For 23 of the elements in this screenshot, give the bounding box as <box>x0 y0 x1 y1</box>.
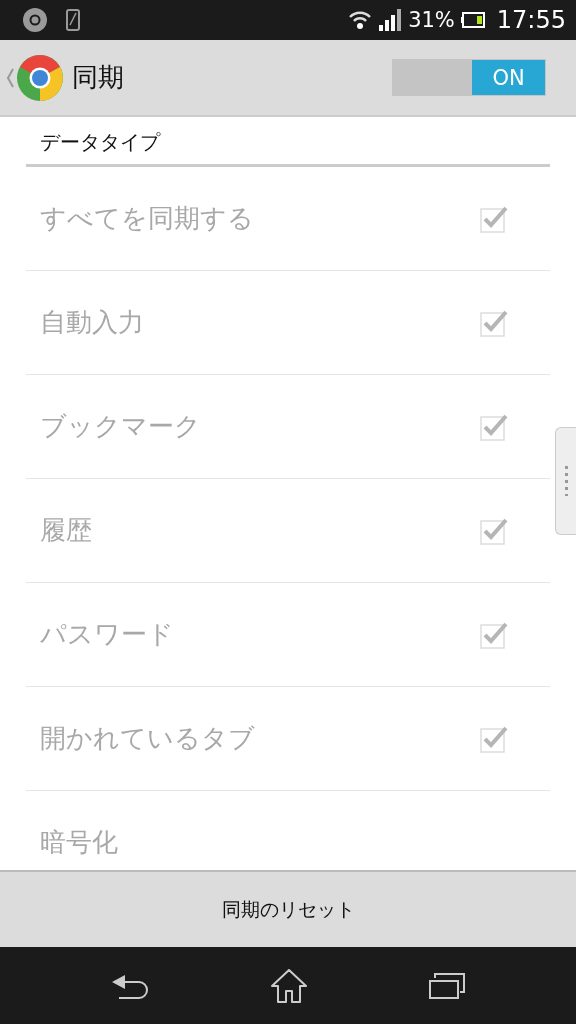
setting-label: 開かれているタブ <box>40 722 255 755</box>
signal-icon <box>378 9 403 31</box>
clock-time: 17:55 <box>496 6 566 34</box>
battery-percent: 31% <box>408 8 455 32</box>
section-header: データタイプ <box>26 117 550 167</box>
back-icon[interactable] <box>110 972 149 999</box>
back-caret-icon <box>6 67 14 88</box>
reset-sync-button[interactable]: 同期のリセット <box>0 870 576 947</box>
screen-title: 同期 <box>72 61 125 94</box>
battery-icon <box>460 12 485 28</box>
phone-icon <box>66 9 80 31</box>
setting-label: 暗号化 <box>40 826 118 859</box>
wifi-icon <box>348 10 373 30</box>
setting-label: ブックマーク <box>40 410 201 443</box>
setting-label: パスワード <box>40 618 174 651</box>
home-icon[interactable] <box>270 968 308 1003</box>
chrome-logo-icon <box>16 53 64 102</box>
recent-apps-icon[interactable] <box>429 972 466 999</box>
setting-label: すべてを同期する <box>40 202 254 235</box>
side-handle[interactable] <box>555 427 576 535</box>
setting-label: 自動入力 <box>40 306 144 339</box>
setting-label: 履歴 <box>40 514 92 547</box>
up-button[interactable] <box>6 53 64 102</box>
